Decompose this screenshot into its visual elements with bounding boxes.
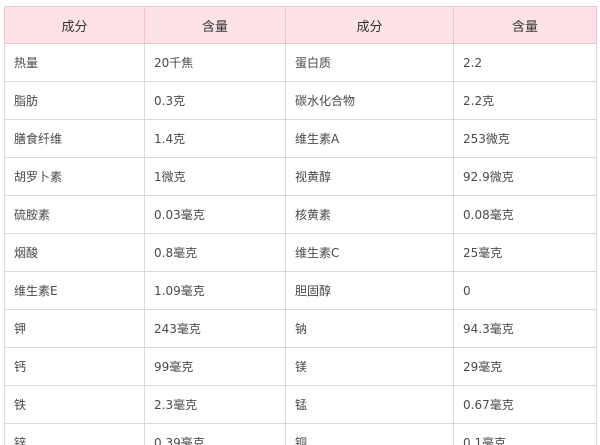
ingredient-cell: 热量 — [4, 43, 145, 82]
table-row: 铁 2.3毫克 锰 0.67毫克 — [4, 385, 597, 424]
amount-cell: 92.9微克 — [453, 157, 597, 196]
amount-cell: 0.3克 — [144, 81, 286, 120]
amount-cell: 20千焦 — [144, 43, 286, 82]
ingredient-cell: 镁 — [285, 347, 454, 386]
ingredient-cell: 维生素E — [4, 271, 145, 310]
ingredient-cell: 硫胺素 — [4, 195, 145, 234]
amount-cell: 0.8毫克 — [144, 233, 286, 272]
amount-cell: 0 — [453, 271, 597, 310]
ingredient-cell: 脂肪 — [4, 81, 145, 120]
ingredient-cell: 膳食纤维 — [4, 119, 145, 158]
amount-cell: 29毫克 — [453, 347, 597, 386]
amount-cell: 2.2克 — [453, 81, 597, 120]
nutrition-table: 成分 含量 成分 含量 热量 20千焦 蛋白质 2.2 脂肪 0.3克 碳水化合… — [4, 6, 597, 445]
amount-cell: 1.4克 — [144, 119, 286, 158]
ingredient-cell: 胆固醇 — [285, 271, 454, 310]
ingredient-cell: 核黄素 — [285, 195, 454, 234]
ingredient-cell: 锰 — [285, 385, 454, 424]
ingredient-cell: 维生素A — [285, 119, 454, 158]
amount-cell: 2.2 — [453, 43, 597, 82]
ingredient-cell: 烟酸 — [4, 233, 145, 272]
ingredient-cell: 维生素C — [285, 233, 454, 272]
header-row: 成分 含量 成分 含量 — [4, 6, 597, 44]
ingredient-cell: 碳水化合物 — [285, 81, 454, 120]
amount-cell: 1.09毫克 — [144, 271, 286, 310]
amount-cell: 25毫克 — [453, 233, 597, 272]
header-amount-2: 含量 — [453, 6, 597, 44]
table-header: 成分 含量 成分 含量 — [4, 6, 597, 44]
table-row: 膳食纤维 1.4克 维生素A 253微克 — [4, 119, 597, 158]
amount-cell: 253微克 — [453, 119, 597, 158]
ingredient-cell: 钙 — [4, 347, 145, 386]
amount-cell: 99毫克 — [144, 347, 286, 386]
amount-cell: 1微克 — [144, 157, 286, 196]
ingredient-cell: 蛋白质 — [285, 43, 454, 82]
amount-cell: 0.39毫克 — [144, 423, 286, 445]
header-ingredient-1: 成分 — [4, 6, 145, 44]
table-row: 胡罗卜素 1微克 视黄醇 92.9微克 — [4, 157, 597, 196]
header-amount-1: 含量 — [144, 6, 286, 44]
page: 成分 含量 成分 含量 热量 20千焦 蛋白质 2.2 脂肪 0.3克 碳水化合… — [0, 0, 600, 445]
ingredient-cell: 铁 — [4, 385, 145, 424]
amount-cell: 2.3毫克 — [144, 385, 286, 424]
ingredient-cell: 钠 — [285, 309, 454, 348]
table-row: 脂肪 0.3克 碳水化合物 2.2克 — [4, 81, 597, 120]
amount-cell: 0.1毫克 — [453, 423, 597, 445]
ingredient-cell: 锌 — [4, 423, 145, 445]
header-ingredient-2: 成分 — [285, 6, 454, 44]
table-row: 维生素E 1.09毫克 胆固醇 0 — [4, 271, 597, 310]
ingredient-cell: 铜 — [285, 423, 454, 445]
table-row: 钾 243毫克 钠 94.3毫克 — [4, 309, 597, 348]
ingredient-cell: 视黄醇 — [285, 157, 454, 196]
amount-cell: 243毫克 — [144, 309, 286, 348]
table-row: 钙 99毫克 镁 29毫克 — [4, 347, 597, 386]
ingredient-cell: 钾 — [4, 309, 145, 348]
table-row: 烟酸 0.8毫克 维生素C 25毫克 — [4, 233, 597, 272]
table-row: 锌 0.39毫克 铜 0.1毫克 — [4, 423, 597, 445]
table-body: 热量 20千焦 蛋白质 2.2 脂肪 0.3克 碳水化合物 2.2克 膳食纤维 … — [4, 43, 597, 445]
amount-cell: 0.08毫克 — [453, 195, 597, 234]
table-row: 硫胺素 0.03毫克 核黄素 0.08毫克 — [4, 195, 597, 234]
table-row: 热量 20千焦 蛋白质 2.2 — [4, 43, 597, 82]
amount-cell: 0.03毫克 — [144, 195, 286, 234]
amount-cell: 0.67毫克 — [453, 385, 597, 424]
amount-cell: 94.3毫克 — [453, 309, 597, 348]
ingredient-cell: 胡罗卜素 — [4, 157, 145, 196]
